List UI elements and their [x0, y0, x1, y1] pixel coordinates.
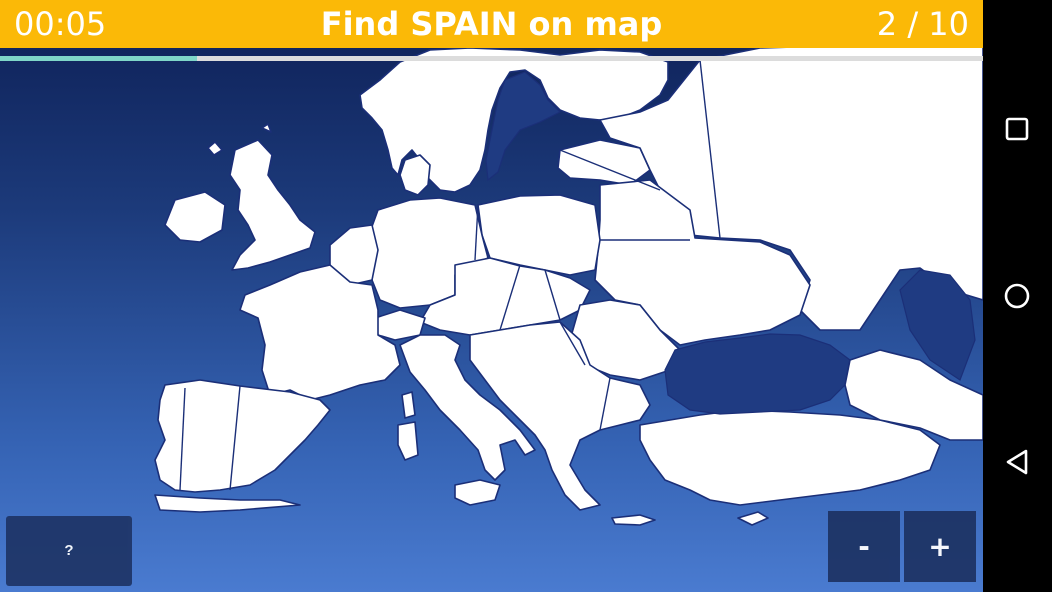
system-nav-bar	[983, 0, 1052, 592]
region-sardinia[interactable]	[401, 391, 416, 419]
zoom-out-button[interactable]: -	[828, 511, 900, 582]
zoom-out-label: -	[858, 530, 870, 563]
region-ireland[interactable]	[164, 191, 226, 243]
game-screen: 00:05 Find SPAIN on map 2 / 10 ? - +	[0, 0, 983, 592]
hint-label: ?	[64, 542, 74, 559]
question-counter: 2 / 10	[876, 5, 969, 43]
back-icon[interactable]	[997, 442, 1037, 482]
region-denmark[interactable]	[399, 154, 431, 196]
region-sicily[interactable]	[454, 479, 501, 506]
zoom-in-button[interactable]: +	[904, 511, 976, 582]
region-sardinia-south[interactable]	[397, 421, 419, 461]
region-north-africa[interactable]	[154, 494, 301, 513]
zoom-in-label: +	[928, 530, 952, 563]
question-title: Find SPAIN on map	[320, 5, 663, 43]
home-icon[interactable]	[997, 276, 1037, 316]
region-turkey[interactable]	[639, 409, 941, 506]
header-bar: 00:05 Find SPAIN on map 2 / 10	[0, 0, 983, 48]
progress-bar	[0, 56, 983, 61]
europe-map[interactable]	[0, 0, 983, 592]
region-crete[interactable]	[611, 514, 656, 526]
region-great-britain[interactable]	[229, 139, 316, 271]
region-cyprus[interactable]	[737, 511, 769, 526]
progress-fill	[0, 56, 197, 61]
hint-button[interactable]: ?	[6, 516, 132, 586]
recent-apps-icon[interactable]	[997, 109, 1037, 149]
